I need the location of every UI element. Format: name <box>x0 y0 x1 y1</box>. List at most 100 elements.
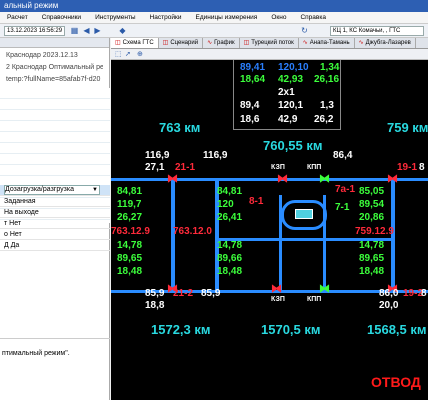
select-icon[interactable]: ⬚ <box>115 50 122 58</box>
value-label: 14,78 <box>359 240 385 251</box>
table-cell: 26,16 <box>314 74 340 85</box>
value-label: 18,48 <box>359 266 385 277</box>
menu-settings[interactable]: Настройки <box>143 12 189 23</box>
tab-anapa-taman[interactable]: ∿ Анапа-Тамань <box>299 38 355 48</box>
scheme-icon: ◫ <box>243 40 250 46</box>
refresh-icon[interactable]: ↻ <box>300 26 309 35</box>
datetime-field[interactable]: 13.12.2023 16:56:29 <box>4 26 66 36</box>
tab-scheme[interactable]: ◫ Схема ГТС <box>111 38 159 48</box>
prop-row[interactable]: Д Да <box>0 240 110 251</box>
node-id[interactable]: 21-2 <box>173 288 193 299</box>
chart-icon: ∿ <box>358 40 364 46</box>
tab-turkish-stream[interactable]: ◫ Турецкий поток <box>240 38 299 48</box>
value-label: 85,9 <box>201 288 221 299</box>
valve-icon[interactable]: ⧓ <box>319 172 330 185</box>
value-label: 26,27 <box>117 212 143 223</box>
km-label: 1572,3 км <box>151 322 211 337</box>
value-label: 14,78 <box>217 240 243 251</box>
menu-help[interactable]: Справка <box>293 12 333 23</box>
value-label: 84,81 <box>217 186 243 197</box>
node-id[interactable]: 19-1 <box>397 162 417 173</box>
value-label: 27,1 <box>145 162 165 173</box>
prop-row[interactable]: Заданная <box>0 196 110 207</box>
node-id[interactable]: 7а-1 <box>335 184 355 195</box>
summary-table: 89,41 120,10 1,34 18,64 42,93 26,16 2x1 … <box>233 60 341 130</box>
calendar-icon[interactable]: ▦ <box>70 26 79 35</box>
gts-scheme-canvas[interactable]: 89,41 120,10 1,34 18,64 42,93 26,16 2x1 … <box>111 60 428 400</box>
property-list: Дозагрузка/разгрузка ▼ Заданная На выходе… <box>0 185 110 251</box>
status-text: птимальный режим". <box>2 350 70 357</box>
value-label: 89,54 <box>359 199 385 210</box>
valve-icon[interactable]: ⧓ <box>387 172 398 185</box>
compressor-core-icon <box>295 209 313 219</box>
value-label: 89,65 <box>117 253 143 264</box>
warning-label: ОТВОД <box>371 374 421 390</box>
table-cell: 26,2 <box>314 114 334 125</box>
valve-label: КЗП <box>271 296 285 303</box>
valve-label: КПП <box>307 296 322 303</box>
node-id[interactable]: 7-1 <box>335 202 349 213</box>
valve-icon[interactable]: ⧓ <box>319 282 330 295</box>
tab-chart[interactable]: ∿ График <box>203 38 240 48</box>
value-label: 18,8 <box>145 300 165 311</box>
tab-dzhubga[interactable]: ∿ Джубга-Лазарев <box>355 38 416 48</box>
info-line: temp:?fullName=85afab7f-d20 <box>6 76 101 83</box>
table-mid: 2x1 <box>278 87 295 98</box>
menu-calc[interactable]: Расчет <box>0 12 35 23</box>
table-cell: 18,64 <box>240 74 266 85</box>
table-cell: 42,93 <box>278 74 304 85</box>
prop-row[interactable]: о Нет <box>0 229 110 240</box>
table-cell: 89,4 <box>240 100 260 111</box>
node-id[interactable]: 21-1 <box>175 162 195 173</box>
value-label: 8 <box>419 162 425 173</box>
node-id[interactable]: 8-1 <box>249 196 263 207</box>
menu-window[interactable]: Окно <box>264 12 293 23</box>
value-label: 20,86 <box>359 212 385 223</box>
info-line: 2 Краснодар Оптимальный ре <box>6 64 103 71</box>
forward-icon[interactable]: ▶ <box>93 26 102 35</box>
prop-row[interactable]: т Нет <box>0 218 110 229</box>
scheme-icon: ◫ <box>115 40 121 46</box>
back-icon[interactable]: ◀ <box>82 26 91 35</box>
object-select[interactable]: КЦ 1, КС Комачьи, , ГТС <box>330 26 424 36</box>
prop-row[interactable]: На выходе <box>0 207 110 218</box>
table-cell: 1,3 <box>320 100 334 111</box>
prop-row[interactable]: Дозагрузка/разгрузка ▼ <box>0 185 110 196</box>
km-label: 759 км <box>387 120 428 135</box>
tab-scenario[interactable]: ◫ Сценарий <box>159 38 204 48</box>
chevron-down-icon: ▼ <box>92 187 98 193</box>
menu-tools[interactable]: Инструменты <box>88 12 143 23</box>
zoom-icon[interactable]: ⊕ <box>137 50 143 58</box>
value-label: 85,9 <box>145 288 165 299</box>
value-label: 14,78 <box>117 240 143 251</box>
value-label: 18,48 <box>217 266 243 277</box>
menu-units[interactable]: Единицы измерения <box>188 12 264 23</box>
valve-icon[interactable]: ⧓ <box>271 282 282 295</box>
tab-strip: ◫ Схема ГТС ◫ Сценарий ∿ График ◫ Турецкий п… <box>111 38 428 49</box>
scheme-toolbar: ⬚ ➚ ⊕ <box>111 49 428 60</box>
value-label: 86,4 <box>333 150 353 161</box>
km-label: 1570,5 км <box>261 322 321 337</box>
value-label: 20,0 <box>379 300 399 311</box>
node-id[interactable]: 763.12.9 <box>111 226 150 237</box>
mode-select[interactable]: Дозагрузка/разгрузка ▼ <box>4 185 100 195</box>
info-line: Краснодар 2023.12.13 <box>6 52 78 59</box>
valve-label: КЗП <box>271 164 285 171</box>
chart-icon: ∿ <box>302 40 308 46</box>
pointer-icon[interactable]: ➚ <box>125 50 131 58</box>
node-id[interactable]: 763.12.0 <box>173 226 212 237</box>
node-id[interactable]: 759.12.9 <box>355 226 394 237</box>
tool-icon[interactable]: ◆ <box>118 26 127 35</box>
km-label: 763 км <box>159 120 201 135</box>
value-label: 119,7 <box>117 199 142 210</box>
menu-references[interactable]: Справочники <box>35 12 88 23</box>
divider <box>0 338 110 339</box>
node-id[interactable]: 19-2 <box>403 288 423 299</box>
valve-icon[interactable]: ⧓ <box>277 172 288 185</box>
valve-icon[interactable]: ⧓ <box>167 172 178 185</box>
scenario-info: Краснодар 2023.12.13 2 Краснодар Оптимал… <box>0 48 109 88</box>
value-label: 120 <box>217 199 234 210</box>
km-label: 1568,5 км <box>367 322 427 337</box>
valve-label: КПП <box>307 164 322 171</box>
scenario-icon: ◫ <box>162 40 169 46</box>
